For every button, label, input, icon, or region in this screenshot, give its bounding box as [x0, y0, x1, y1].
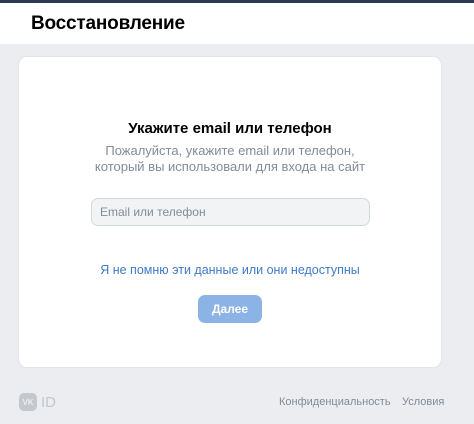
- next-button[interactable]: Далее: [198, 295, 262, 323]
- card-title: Укажите email или телефон: [128, 120, 332, 137]
- terms-link[interactable]: Условия: [402, 396, 444, 408]
- forgot-data-link-label: Я не помню эти данные или они недоступны: [100, 263, 360, 277]
- recovery-card: Укажите email или телефон Пожалуйста, ук…: [19, 57, 441, 367]
- email-or-phone-input[interactable]: Email или телефон: [91, 198, 370, 226]
- page-header: Восстановление: [0, 3, 474, 44]
- input-placeholder: Email или телефон: [100, 205, 206, 219]
- vk-id-logo: VK ID: [19, 393, 56, 411]
- id-logo-text: ID: [41, 393, 56, 411]
- vk-logo-icon: VK: [19, 393, 37, 411]
- card-subtitle: Пожалуйста, укажите email или телефон, к…: [94, 143, 366, 174]
- privacy-link[interactable]: Конфиденциальность: [279, 396, 391, 408]
- page-title: Восстановление: [31, 13, 185, 34]
- forgot-data-link[interactable]: Я не помню эти данные или они недоступны: [19, 263, 441, 277]
